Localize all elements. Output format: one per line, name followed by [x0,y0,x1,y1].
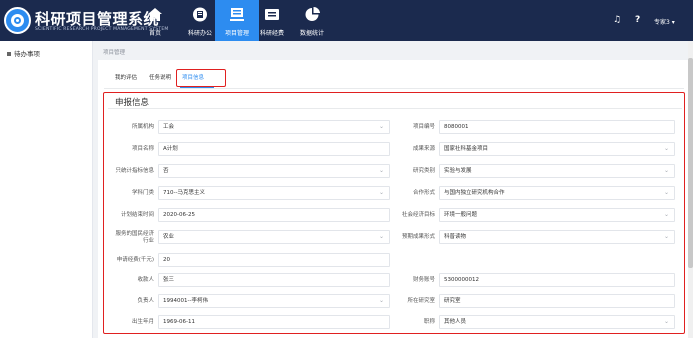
field-value: 农业 [163,234,175,240]
text-field[interactable]: 2020-06-25 [158,208,390,222]
sidebar-item-label: 待办事项 [14,50,40,58]
field-value: 1994001--李柯伟 [163,298,208,304]
text-field[interactable]: 张三 [158,273,390,287]
nav-stats[interactable]: 数据统计 [290,0,334,41]
square-icon [7,52,11,56]
chevron-down-icon: ⌄ [663,145,669,152]
sidebar: 待办事项 [0,41,93,338]
field-label: 项目编号 [412,124,435,130]
field-value: 研究室 [444,298,461,304]
nav-funds-label: 科研经费 [259,30,284,37]
field-value: 5300000012 [444,277,479,283]
field-value: 环境一般问题 [444,212,478,218]
nav-home-label: 首页 [148,30,161,37]
select-field[interactable]: 710--马克思主义 ⌄ [158,186,390,200]
field-label: 社会经济目标 [401,212,435,218]
logo-icon [4,7,31,34]
help-icon[interactable]: ? [635,15,640,25]
field-label: 服务的国民经济 行业 [115,231,154,245]
chevron-down-icon: ⌄ [663,189,669,196]
field-value: 20 [163,257,170,263]
field-label: 预期成果形式 [401,234,435,240]
field-label: 负责人 [137,298,154,304]
home-icon [148,8,162,21]
field-label: 计划结束时间 [120,212,154,218]
field-label: 只统计指标信息 [115,168,154,174]
field-label: 职称 [423,319,435,325]
field-label: 学科门类 [131,190,154,196]
field-label: 研究类别 [412,168,435,174]
select-field[interactable]: 实验与发展 ⌄ [439,164,675,178]
nav-funds[interactable]: 科研经费 [250,0,294,41]
chevron-down-icon: ⌄ [378,297,384,304]
user-menu[interactable]: 专家3 ▾ [654,17,675,26]
select-field[interactable]: 与国内独立研究机构合作 ⌄ [439,186,675,200]
project-icon [230,8,244,21]
chevron-down-icon: ⌄ [378,233,384,240]
field-value: 工会 [163,124,175,130]
field-label: 出生年月 [131,319,154,325]
scrollbar-thumb[interactable] [688,58,693,268]
field-value: 国家社科基金项目 [444,146,489,152]
nav-stats-label: 数据统计 [299,30,324,37]
select-field[interactable]: 1994001--李柯伟 ⌄ [158,294,390,308]
chevron-down-icon: ⌄ [663,167,669,174]
select-field[interactable]: 否 ⌄ [158,164,390,178]
field-value: 实验与发展 [444,168,472,174]
field-label: 合作形式 [412,190,435,196]
top-header: 科研项目管理系统 SCIENTIFIC RESEARCH PROJECT MAN… [0,0,693,41]
field-label: 项目名称 [131,146,154,152]
field-value: 2020-06-25 [163,212,195,218]
breadcrumb[interactable]: 项目管理 [103,48,125,56]
field-label: 成果来源 [412,146,435,152]
chevron-down-icon: ⌄ [378,189,384,196]
field-value: 其他人员 [444,319,467,325]
sidebar-item-todo[interactable]: 待办事项 [7,48,40,58]
field-label: 所属机构 [131,124,154,130]
chevron-down-icon: ⌄ [663,318,669,325]
select-field[interactable]: 科普读物 ⌄ [439,230,675,244]
field-value: 否 [163,168,169,174]
funds-icon [265,9,279,20]
text-field[interactable]: 研究室 [439,294,675,308]
chart-icon [305,7,320,21]
active-tab-highlight [176,69,226,87]
field-label: 财务账号 [412,277,435,283]
office-icon [193,7,207,22]
section-divider [108,108,682,109]
select-field[interactable]: 其他人员 ⌄ [439,315,675,329]
select-field[interactable]: 农业 ⌄ [158,230,390,244]
field-value: 8080001 [444,124,469,130]
field-value: 与国内独立研究机构合作 [444,190,505,196]
field-value: 科普读物 [444,234,467,240]
text-field[interactable]: 5300000012 [439,273,675,287]
tab-task-description[interactable]: 任务说明 [149,73,171,81]
chevron-down-icon: ⌄ [378,123,384,130]
field-value: A计划 [163,146,178,152]
select-field[interactable]: 国家社科基金项目 ⌄ [439,142,675,156]
field-label: 申请经费(千元) [116,257,154,263]
chevron-down-icon: ⌄ [378,167,384,174]
text-field[interactable]: 8080001 [439,120,675,134]
select-field[interactable]: 工会 ⌄ [158,120,390,134]
tab-divider [104,88,684,89]
field-label: 所在研究室 [407,298,435,304]
select-field[interactable]: 环境一般问题 ⌄ [439,208,675,222]
text-field[interactable]: A计划 [158,142,390,156]
tab-my-evaluation[interactable]: 我的评估 [115,73,137,81]
field-label: 收款人 [137,277,154,283]
field-value: 1969-06-11 [163,319,195,325]
chevron-down-icon: ⌄ [663,233,669,240]
section-title: 申报信息 [115,98,150,108]
field-value: 张三 [163,277,175,283]
text-field[interactable]: 20 [158,253,390,267]
bell-icon[interactable]: ♫ [613,15,621,25]
text-field[interactable]: 1969-06-11 [158,315,390,329]
nav-home[interactable]: 首页 [133,0,177,41]
field-value: 710--马克思主义 [163,190,205,196]
chevron-down-icon: ⌄ [663,211,669,218]
